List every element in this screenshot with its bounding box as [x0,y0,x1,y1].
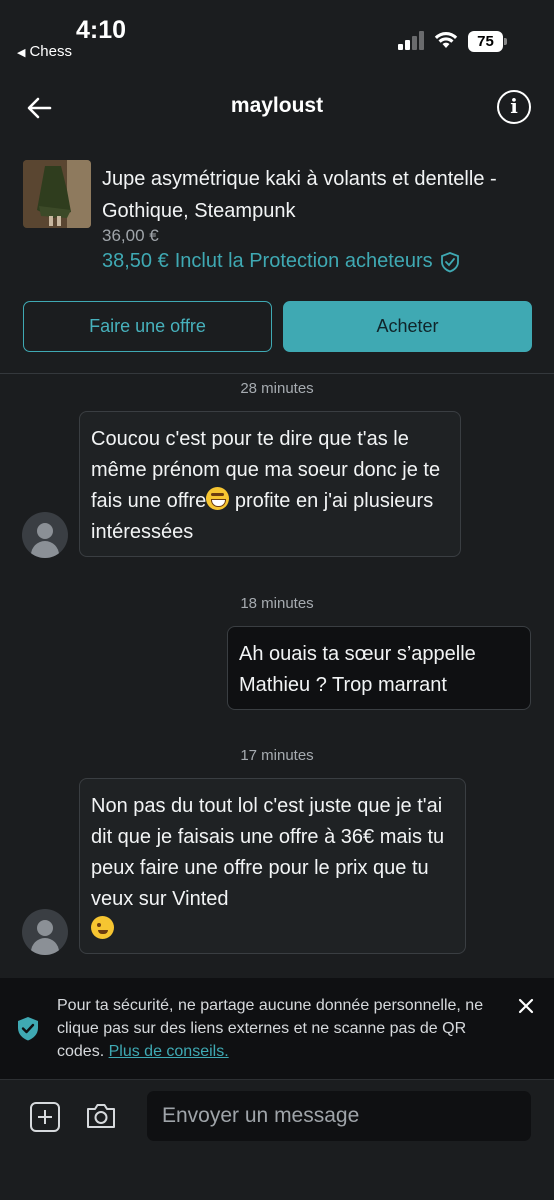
safety-notice-text: Pour ta sécurité, ne partage aucune donn… [57,994,507,1063]
info-icon[interactable]: i [497,90,531,124]
back-to-app-link[interactable]: ◀ Chess [17,43,72,60]
shield-check-icon [18,1017,38,1041]
divider [0,373,554,374]
more-tips-link[interactable]: Plus de conseils. [109,1043,229,1060]
add-attachment-icon[interactable] [30,1102,60,1132]
avatar[interactable] [22,512,68,558]
camera-icon[interactable] [85,1102,117,1130]
make-offer-button[interactable]: Faire une offre [23,301,272,352]
item-thumbnail[interactable] [23,160,91,228]
conversation-header: mayloust i [0,70,554,146]
item-price: 36,00 € [102,226,159,245]
buyer-protection-label: Inclut la Protection acheteurs [174,250,433,272]
status-time: 4:10 [76,16,127,44]
message-input[interactable] [147,1091,531,1141]
message-composer [0,1079,554,1200]
status-bar: 4:10 ◀ Chess 75 [0,0,554,70]
close-icon[interactable] [515,995,537,1017]
battery-icon: 75 [468,31,508,52]
message-text: Ah ouais ta sœur s’appelle Mathieu ? Tro… [239,643,476,696]
outgoing-message-bubble[interactable]: Ah ouais ta sœur s’appelle Mathieu ? Tro… [227,626,531,710]
incoming-message-bubble[interactable]: Non pas du tout lol c'est juste que je t… [79,778,466,954]
shield-check-icon [440,251,459,272]
back-app-label: Chess [29,43,72,60]
total-price-value: 38,50 € [102,250,169,272]
message-text: Non pas du tout lol c'est juste que je t… [91,795,445,910]
back-triangle-icon: ◀ [17,47,26,59]
incoming-message-bubble[interactable]: Coucou c'est pour te dire que t'as le mê… [79,411,461,557]
cellular-signal-icon [398,30,426,50]
battery-level: 75 [468,31,503,52]
message-timestamp: 17 minutes [240,747,314,764]
grinning-face-emoji-icon [206,487,230,510]
item-total-price[interactable]: 38,50 € Inclut la Protection acheteurs [102,250,461,273]
item-summary[interactable]: Jupe asymétrique kaki à volants et dente… [0,150,554,280]
buy-button[interactable]: Acheter [283,301,532,352]
item-title[interactable]: Jupe asymétrique kaki à volants et dente… [102,163,522,227]
message-timestamp: 18 minutes [240,595,314,612]
page-title[interactable]: mayloust [0,94,554,118]
message-timestamp: 28 minutes [240,380,314,397]
safety-notice-banner: Pour ta sécurité, ne partage aucune donn… [0,978,554,1079]
winking-face-emoji-icon [91,916,114,939]
avatar[interactable] [22,909,68,955]
wifi-icon [434,32,458,48]
